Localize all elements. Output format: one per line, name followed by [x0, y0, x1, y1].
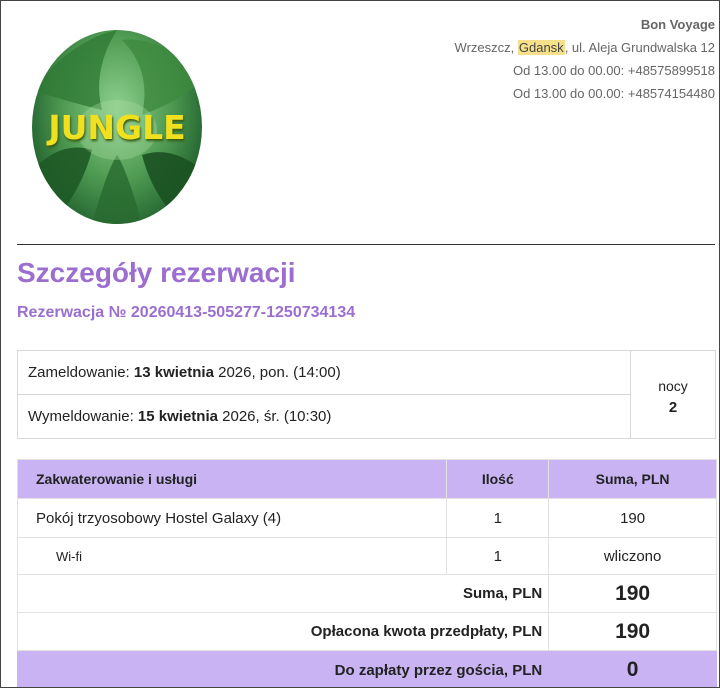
hotel-address: Wrzeszcz, Gdansk, ul. Aleja Grundwalska … [455, 36, 715, 59]
checkin-rest: 2026, pon. (14:00) [213, 364, 341, 381]
hotel-phone-2[interactable]: Od 13.00 do 00.00: +48574154480 [455, 82, 715, 105]
checkout-date: 15 kwietnia [137, 408, 218, 425]
hotel-phone-1[interactable]: Od 13.00 do 00.00: +48575899518 [455, 59, 715, 82]
nights-count: 2 [668, 399, 678, 416]
services-table: Zakwaterowanie i usługi Ilość Suma, PLN … [16, 459, 717, 687]
header-divider [17, 244, 715, 245]
sum-label: Suma, PLN [16, 574, 550, 613]
service-qty: 1 [446, 498, 550, 538]
address-suffix: , ul. Aleja Grundwalska 12 [564, 40, 715, 55]
address-city-highlighted: Gdansk [517, 40, 565, 55]
services-header-row: Zakwaterowanie i usługi Ilość Suma, PLN [16, 459, 717, 499]
table-row: Pokój trzyosobowy Hostel Galaxy (4) 1 19… [16, 498, 717, 538]
header-service: Zakwaterowanie i usługi [16, 459, 448, 499]
checkout-row: Wymeldowanie: 15 kwietnia 2026, śr. (10:… [18, 395, 630, 439]
service-total: 190 [548, 498, 717, 538]
reservation-number: Rezerwacja № 20260413-505277-1250734134 [17, 304, 356, 321]
due-row: Do zapłaty przez gościa, PLN 0 [16, 650, 717, 687]
sum-value: 190 [548, 574, 717, 613]
sum-row: Suma, PLN 190 [16, 574, 717, 613]
prepaid-row: Opłacona kwota przedpłaty, PLN 190 [16, 612, 717, 651]
hotel-logo: JUNGLE [32, 30, 202, 224]
due-label: Do zapłaty przez gościa, PLN [16, 650, 550, 687]
checkin-date: 13 kwietnia [133, 364, 214, 381]
address-prefix: Wrzeszcz, [454, 40, 518, 55]
service-total: wliczono [548, 537, 717, 575]
nights-cell: nocy 2 [630, 351, 715, 438]
header-quantity: Ilość [446, 459, 550, 499]
logo-text: JUNGLE [48, 108, 186, 147]
service-name: Wi-fi [16, 537, 448, 575]
checkout-label: Wymeldowanie: [28, 408, 138, 425]
checkout-rest: 2026, śr. (10:30) [217, 408, 332, 425]
prepaid-value: 190 [548, 612, 717, 651]
reservation-page: JUNGLE Bon Voyage Wrzeszcz, Gdansk, ul. … [0, 0, 720, 688]
header-total: Suma, PLN [548, 459, 717, 499]
stay-dates-box: Zameldowanie: 13 kwietnia 2026, pon. (14… [17, 350, 716, 439]
hotel-name: Bon Voyage [640, 17, 715, 32]
service-name: Pokój trzyosobowy Hostel Galaxy (4) [16, 498, 448, 538]
table-row: Wi-fi 1 wliczono [16, 537, 717, 575]
due-value: 0 [548, 650, 717, 687]
jungle-leaves-logo-image: JUNGLE [32, 30, 202, 224]
nights-label: nocy [658, 378, 688, 394]
page-title: Szczegóły rezerwacji [17, 257, 296, 288]
checkin-label: Zameldowanie: [28, 364, 134, 381]
prepaid-label: Opłacona kwota przedpłaty, PLN [16, 612, 550, 651]
hotel-info: Bon Voyage Wrzeszcz, Gdansk, ul. Aleja G… [455, 13, 715, 105]
checkin-row: Zameldowanie: 13 kwietnia 2026, pon. (14… [18, 351, 630, 395]
service-qty: 1 [446, 537, 550, 575]
